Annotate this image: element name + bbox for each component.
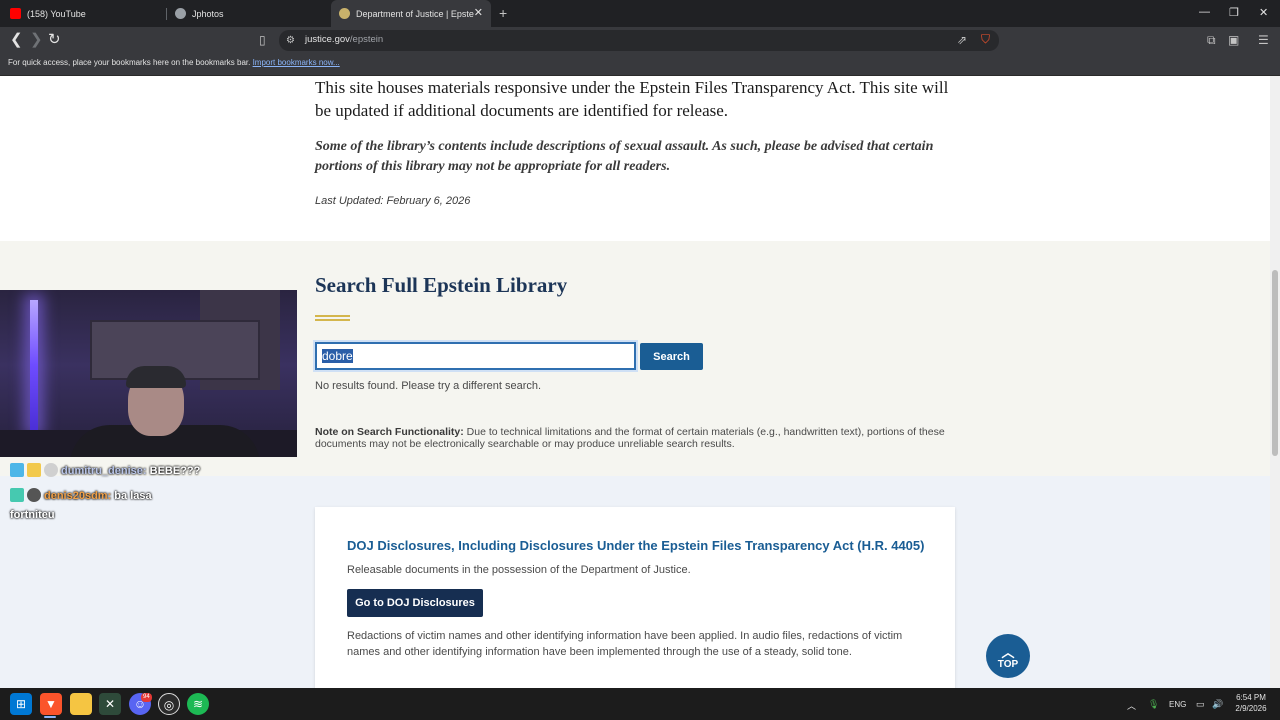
search-note-label: Note on Search Functionality: <box>315 426 464 438</box>
doj-disclosures-card: DOJ Disclosures, Including Disclosures U… <box>315 507 955 688</box>
tab-title: (158) YouTube <box>27 8 86 19</box>
share-icon[interactable]: ⇗ <box>957 33 967 47</box>
clock-time: 6:54 PM <box>1236 693 1266 702</box>
language-indicator[interactable]: ENG <box>1169 700 1186 709</box>
extensions-icon[interactable]: ⧉ <box>1207 33 1216 47</box>
brave-shield-icon[interactable]: ⛉ <box>981 32 990 46</box>
doj-disclosures-description: Releasable documents in the possession o… <box>347 564 691 576</box>
xbox-icon[interactable]: ✕ <box>99 693 121 715</box>
tab-youtube[interactable]: (158) YouTube <box>10 0 160 27</box>
new-tab-button[interactable]: + <box>499 5 507 21</box>
tab-title: Department of Justice | Epstein L <box>356 8 474 19</box>
bookmarks-bar-hint: For quick access, place your bookmarks h… <box>8 58 340 67</box>
sidebar-icon[interactable]: ▣ <box>1228 33 1239 47</box>
taskbar-clock[interactable]: 6:54 PM 2/9/2026 <box>1228 692 1274 714</box>
chat-message: dumitru_denise: BEBE??? <box>10 463 200 477</box>
chat-username: dumitru_denise: <box>61 465 147 477</box>
clock-date: 2/9/2026 <box>1235 704 1267 713</box>
forward-icon[interactable]: ❯ <box>30 32 43 48</box>
heading-accent-line <box>315 319 350 321</box>
url-text[interactable]: justice.gov/epstein <box>305 34 383 45</box>
chat-text: BEBE??? <box>146 465 201 477</box>
spotify-icon[interactable]: ≋ <box>187 693 209 715</box>
site-info-icon[interactable]: ⚙ <box>286 34 295 48</box>
search-heading: Search Full Epstein Library <box>315 273 568 297</box>
restore-button[interactable]: ❐ <box>1229 6 1239 19</box>
chat-badge-icon <box>10 488 24 502</box>
windows-start-icon[interactable]: ⊞ <box>10 693 32 715</box>
intro-paragraph: This site houses materials responsive un… <box>315 78 949 120</box>
bookmark-icon[interactable]: ▯ <box>259 33 266 47</box>
network-icon[interactable]: ▭ <box>1196 699 1205 710</box>
search-button[interactable]: Search <box>640 343 703 370</box>
obs-icon[interactable]: ◎ <box>158 693 180 715</box>
heading-accent-line <box>315 315 350 317</box>
tab-doj-epstein[interactable]: Department of Justice | Epstein L ✕ <box>331 0 491 27</box>
webcam-person-headset <box>126 366 186 388</box>
chevron-up-icon[interactable]: ︿ <box>1127 699 1136 712</box>
volume-icon[interactable]: 🔊 <box>1212 699 1223 710</box>
go-to-doj-disclosures-button[interactable]: Go to DOJ Disclosures <box>347 589 483 617</box>
search-input[interactable] <box>315 342 636 370</box>
reload-icon[interactable]: ↻ <box>48 32 61 48</box>
redactions-note: Redactions of victim names and other ide… <box>347 630 903 658</box>
file-explorer-icon[interactable] <box>70 693 92 715</box>
close-tab-icon[interactable]: ✕ <box>474 7 483 19</box>
back-icon[interactable]: ❮ <box>10 32 23 48</box>
doj-seal-favicon-icon <box>339 8 350 19</box>
jphotos-favicon-icon <box>175 8 186 19</box>
microphone-icon[interactable]: 🎙 <box>1148 699 1159 710</box>
import-bookmarks-link[interactable]: Import bookmarks now... <box>253 58 340 67</box>
close-window-button[interactable]: ✕ <box>1259 6 1268 19</box>
chat-message: denis20sdm: ba lasa fortniteu <box>10 487 185 525</box>
chat-badge-icon <box>27 488 41 502</box>
brave-browser-icon[interactable]: ▼ <box>40 693 62 715</box>
discord-badge: 94 <box>141 693 152 702</box>
tab-jphotos[interactable]: Jphotos <box>175 0 325 27</box>
doj-disclosures-title-link[interactable]: DOJ Disclosures, Including Disclosures U… <box>347 538 924 553</box>
address-bar[interactable] <box>279 30 999 51</box>
no-results-message: No results found. Please try a different… <box>315 380 542 392</box>
chevron-up-icon: ︿ <box>1001 645 1015 660</box>
chat-badge-icon <box>10 463 24 477</box>
url-host: justice.gov <box>305 34 350 45</box>
active-app-indicator <box>44 716 56 718</box>
scrollbar-thumb[interactable] <box>1272 270 1278 456</box>
chat-badge-icon <box>27 463 41 477</box>
last-updated: Last Updated: February 6, 2026 <box>315 195 471 207</box>
youtube-favicon-icon <box>10 8 21 19</box>
tab-title: Jphotos <box>192 8 224 19</box>
back-to-top-button[interactable]: ︿ TOP <box>986 634 1030 678</box>
chat-username: denis20sdm: <box>44 490 112 502</box>
webcam-overlay <box>0 290 297 457</box>
bookmarks-hint-text: For quick access, place your bookmarks h… <box>8 58 251 67</box>
tab-separator <box>166 8 167 20</box>
menu-icon[interactable]: ☰ <box>1258 33 1269 47</box>
top-label: TOP <box>997 659 1019 670</box>
webcam-led-strip <box>30 300 38 430</box>
chat-badge-icon <box>44 463 58 477</box>
url-path: /epstein <box>349 34 384 45</box>
search-note: Note on Search Functionality: Due to tec… <box>315 426 955 450</box>
minimize-button[interactable]: — <box>1199 6 1210 18</box>
content-warning: Some of the library’s contents include d… <box>315 139 934 174</box>
